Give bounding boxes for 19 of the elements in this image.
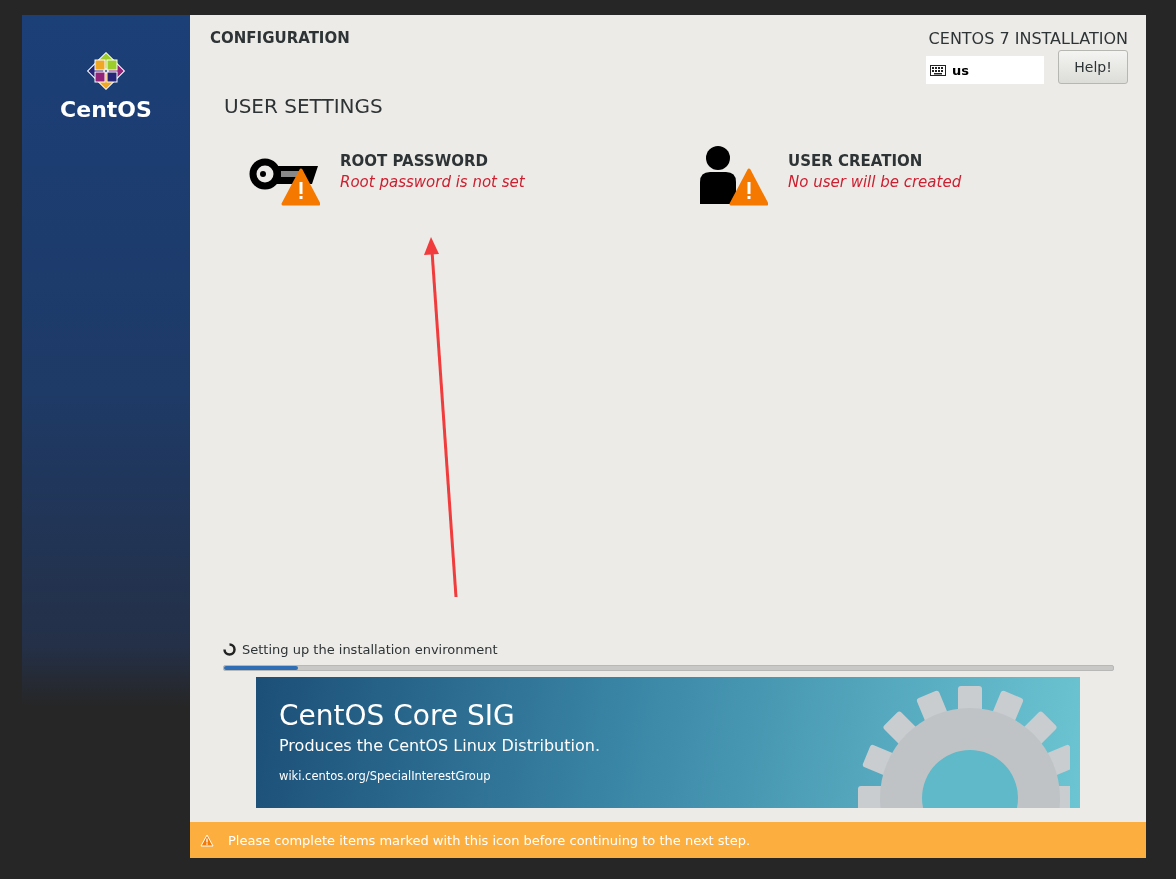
spinner-icon bbox=[223, 643, 236, 656]
keyboard-layout-value: us bbox=[952, 62, 969, 78]
banner-title: CentOS Core SIG bbox=[279, 699, 516, 732]
keyboard-layout-field[interactable]: us bbox=[926, 56, 1044, 84]
warning-icon bbox=[200, 833, 214, 847]
product-title: CENTOS 7 INSTALLATION bbox=[928, 29, 1128, 48]
keyboard-icon bbox=[930, 64, 946, 76]
help-button[interactable]: Help! bbox=[1058, 50, 1128, 84]
logo-text: CentOS bbox=[60, 97, 152, 122]
section-title: USER SETTINGS bbox=[223, 93, 384, 118]
page-title: CONFIGURATION bbox=[210, 29, 350, 49]
spoke-status: Root password is not set bbox=[340, 173, 525, 191]
spoke-title[interactable]: USER CREATION bbox=[788, 152, 962, 170]
progress-label: Setting up the installation environment bbox=[242, 642, 498, 657]
banner-subtitle: Produces the CentOS Linux Distribution. bbox=[279, 736, 601, 755]
centos-logo-icon bbox=[86, 51, 126, 91]
warning-message: Please complete items marked with this icon before continuing to the next step. bbox=[228, 832, 751, 848]
spoke-status: No user will be created bbox=[788, 173, 962, 191]
spoke-title[interactable]: ROOT PASSWORD bbox=[340, 152, 525, 170]
